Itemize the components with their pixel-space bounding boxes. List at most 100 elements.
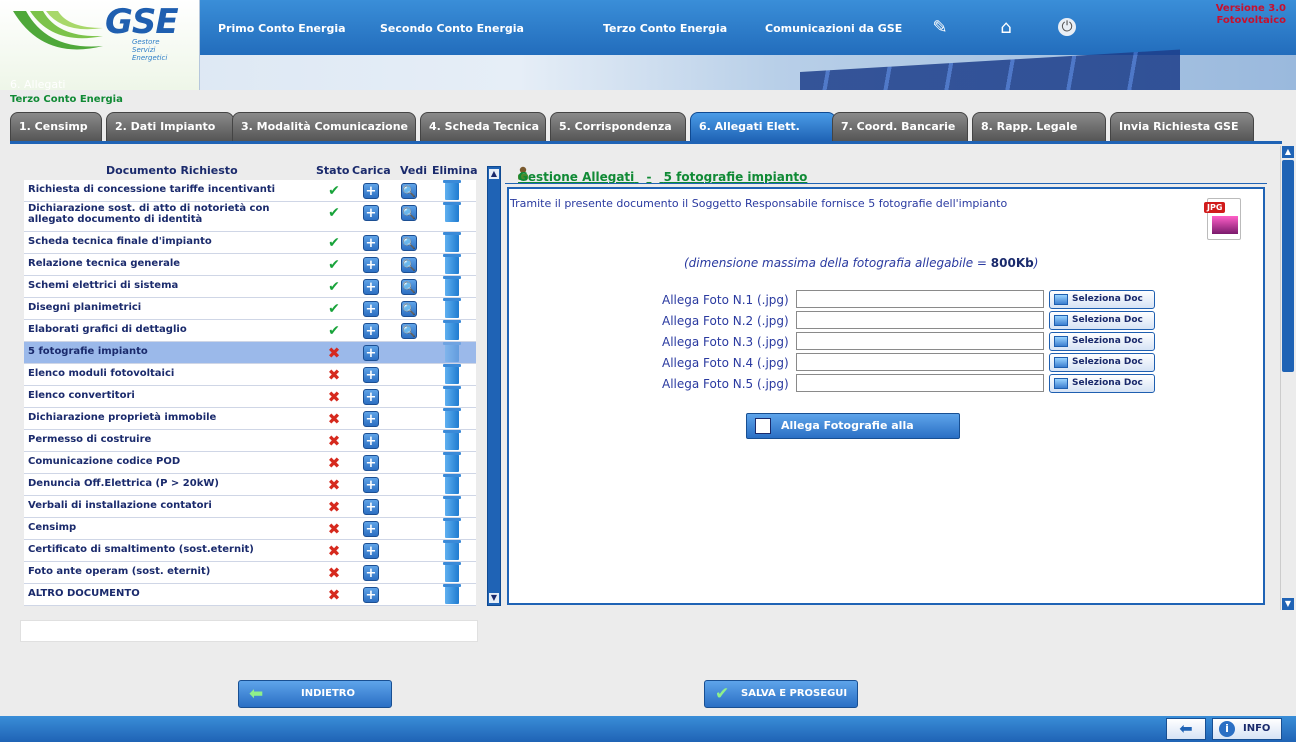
- view-icon[interactable]: 🔍: [401, 301, 417, 317]
- tab-coord-bancarie[interactable]: 7. Coord. Bancarie: [832, 112, 968, 142]
- tab-modalita-comunicazione[interactable]: 3. Modalità Comunicazione: [232, 112, 416, 142]
- trash-icon[interactable]: [443, 276, 461, 296]
- trash-icon[interactable]: [443, 408, 461, 428]
- page-scroll-up-icon[interactable]: ▲: [1282, 146, 1294, 158]
- tab-rapp-legale[interactable]: 8. Rapp. Legale: [972, 112, 1106, 142]
- tab-censimp[interactable]: 1. Censimp: [10, 112, 102, 142]
- table-row[interactable]: 5 fotografie impianto ✖ +: [24, 342, 476, 364]
- upload-icon[interactable]: +: [363, 411, 379, 427]
- trash-icon[interactable]: [443, 342, 461, 362]
- upload-icon[interactable]: +: [363, 183, 379, 199]
- tab-dati-impianto[interactable]: 2. Dati Impianto: [106, 112, 234, 142]
- view-icon[interactable]: 🔍: [401, 183, 417, 199]
- nav-terzo-conto[interactable]: Terzo Conto Energia: [603, 22, 727, 35]
- trash-icon[interactable]: [443, 364, 461, 384]
- select-doc-button[interactable]: Seleziona Doc: [1049, 374, 1155, 393]
- scroll-down-icon[interactable]: ▼: [489, 593, 499, 603]
- foto-file-input[interactable]: [796, 374, 1044, 392]
- trash-icon[interactable]: [443, 584, 461, 604]
- nav-primo-conto[interactable]: Primo Conto Energia: [218, 22, 346, 35]
- trash-icon[interactable]: [443, 430, 461, 450]
- tab-allegati-elett[interactable]: 6. Allegati Elett.: [690, 112, 836, 142]
- trash-icon[interactable]: [443, 298, 461, 318]
- upload-icon[interactable]: +: [363, 433, 379, 449]
- foto-file-input[interactable]: [796, 332, 1044, 350]
- foto-file-input[interactable]: [796, 290, 1044, 308]
- upload-icon[interactable]: +: [363, 279, 379, 295]
- tab-invia-richiesta[interactable]: Invia Richiesta GSE: [1110, 112, 1254, 142]
- table-row[interactable]: ALTRO DOCUMENTO ✖ +: [24, 584, 476, 606]
- trash-icon[interactable]: [443, 496, 461, 516]
- trash-icon[interactable]: [443, 562, 461, 582]
- table-row[interactable]: Denuncia Off.Elettrica (P > 20kW) ✖ +: [24, 474, 476, 496]
- trash-icon[interactable]: [443, 452, 461, 472]
- table-row[interactable]: Permesso di costruire ✖ +: [24, 430, 476, 452]
- table-row[interactable]: Dichiarazione sost. di atto di notorietà…: [24, 202, 476, 232]
- foto-file-input[interactable]: [796, 311, 1044, 329]
- view-icon[interactable]: 🔍: [401, 323, 417, 339]
- trash-icon[interactable]: [443, 232, 461, 252]
- upload-icon[interactable]: +: [363, 455, 379, 471]
- table-scrollbar[interactable]: ▲ ▼: [487, 166, 501, 606]
- trash-icon[interactable]: [443, 474, 461, 494]
- edit-icon[interactable]: ✎: [930, 18, 950, 38]
- back-arrow-icon[interactable]: ⬅: [1166, 718, 1206, 740]
- table-row[interactable]: Richiesta di concessione tariffe incenti…: [24, 180, 476, 202]
- trash-icon[interactable]: [443, 518, 461, 538]
- page-scroll-down-icon[interactable]: ▼: [1282, 598, 1294, 610]
- info-button[interactable]: i INFO: [1212, 718, 1282, 740]
- save-continue-button[interactable]: ✔ SALVA E PROSEGUI: [704, 680, 858, 708]
- select-doc-button[interactable]: Seleziona Doc: [1049, 353, 1155, 372]
- view-icon[interactable]: 🔍: [401, 235, 417, 251]
- back-button[interactable]: ⬅ INDIETRO: [238, 680, 392, 708]
- select-doc-button[interactable]: Seleziona Doc: [1049, 311, 1155, 330]
- table-row[interactable]: Comunicazione codice POD ✖ +: [24, 452, 476, 474]
- page-scrollbar[interactable]: ▲ ▼: [1280, 146, 1294, 610]
- foto-file-input[interactable]: [796, 353, 1044, 371]
- table-row[interactable]: Elaborati grafici di dettaglio ✔ + 🔍: [24, 320, 476, 342]
- upload-icon[interactable]: +: [363, 345, 379, 361]
- nav-comunicazioni[interactable]: Comunicazioni da GSE: [765, 22, 902, 35]
- view-icon[interactable]: 🔍: [401, 257, 417, 273]
- home-icon[interactable]: ⌂: [996, 18, 1016, 38]
- upload-icon[interactable]: +: [363, 565, 379, 581]
- attach-photos-button[interactable]: Allega Fotografie alla Pratica: [746, 413, 960, 456]
- upload-icon[interactable]: +: [363, 367, 379, 383]
- table-row[interactable]: Censimp ✖ +: [24, 518, 476, 540]
- select-doc-button[interactable]: Seleziona Doc: [1049, 290, 1155, 309]
- upload-icon[interactable]: +: [363, 521, 379, 537]
- upload-icon[interactable]: +: [363, 499, 379, 515]
- table-row[interactable]: Certificato di smaltimento (sost.eternit…: [24, 540, 476, 562]
- table-row[interactable]: Disegni planimetrici ✔ + 🔍: [24, 298, 476, 320]
- tab-corrispondenza[interactable]: 5. Corrispondenza: [550, 112, 686, 142]
- power-icon[interactable]: ⏻: [1058, 18, 1076, 36]
- view-icon[interactable]: 🔍: [401, 205, 417, 221]
- table-row[interactable]: Elenco moduli fotovoltaici ✖ +: [24, 364, 476, 386]
- table-row[interactable]: Foto ante operam (sost. eternit) ✖ +: [24, 562, 476, 584]
- table-row[interactable]: Dichiarazione proprietà immobile ✖ +: [24, 408, 476, 430]
- scroll-up-icon[interactable]: ▲: [489, 169, 499, 179]
- upload-icon[interactable]: +: [363, 301, 379, 317]
- table-row[interactable]: Schemi elettrici di sistema ✔ + 🔍: [24, 276, 476, 298]
- upload-icon[interactable]: +: [363, 205, 379, 221]
- table-row[interactable]: Elenco convertitori ✖ +: [24, 386, 476, 408]
- page-scroll-thumb[interactable]: [1282, 160, 1294, 372]
- trash-icon[interactable]: [443, 320, 461, 340]
- upload-icon[interactable]: +: [363, 389, 379, 405]
- trash-icon[interactable]: [443, 540, 461, 560]
- table-row[interactable]: Relazione tecnica generale ✔ + 🔍: [24, 254, 476, 276]
- select-doc-button[interactable]: Seleziona Doc: [1049, 332, 1155, 351]
- upload-icon[interactable]: +: [363, 477, 379, 493]
- view-icon[interactable]: 🔍: [401, 279, 417, 295]
- tab-scheda-tecnica[interactable]: 4. Scheda Tecnica: [420, 112, 546, 142]
- upload-icon[interactable]: +: [363, 323, 379, 339]
- table-row[interactable]: Scheda tecnica finale d'impianto ✔ + 🔍: [24, 232, 476, 254]
- upload-icon[interactable]: +: [363, 235, 379, 251]
- trash-icon[interactable]: [443, 386, 461, 406]
- trash-icon[interactable]: [443, 254, 461, 274]
- trash-icon[interactable]: [443, 180, 461, 200]
- upload-icon[interactable]: +: [363, 257, 379, 273]
- table-row[interactable]: Verbali di installazione contatori ✖ +: [24, 496, 476, 518]
- upload-icon[interactable]: +: [363, 543, 379, 559]
- trash-icon[interactable]: [443, 202, 461, 222]
